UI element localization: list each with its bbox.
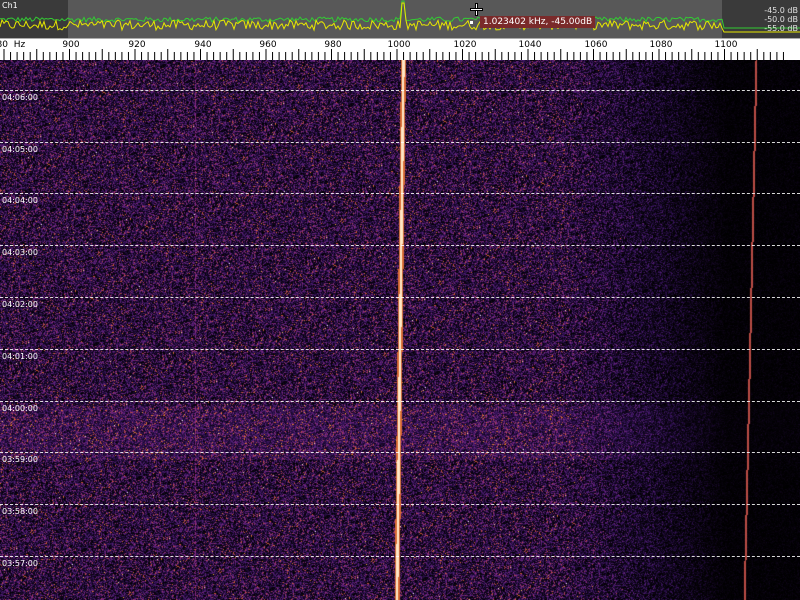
time-gridline [0, 349, 800, 350]
time-label: 03:58:00 [2, 507, 38, 516]
time-label: 04:00:00 [2, 404, 38, 413]
spectrum-display[interactable]: Ch1 -45.0 dB -50.0 dB -55.0 dB 1.023402 … [0, 0, 800, 38]
cursor-marker [470, 21, 473, 24]
time-gridline [0, 90, 800, 91]
waterfall-spectrogram [0, 60, 800, 600]
freq-label: 900 [62, 40, 80, 50]
frequency-axis[interactable]: 880 Hz 900 920 940 960 980 1000 1020 104… [0, 38, 800, 62]
time-gridline [0, 245, 800, 246]
time-gridline [0, 193, 800, 194]
freq-label: 1040 [518, 40, 542, 50]
time-label: 03:59:00 [2, 455, 38, 464]
time-marker: 04:01:00 [0, 349, 800, 361]
channel-label: Ch1 [2, 1, 18, 10]
time-label: 04:04:00 [2, 196, 38, 205]
freq-first-value: 880 [0, 40, 8, 50]
time-gridline [0, 556, 800, 557]
time-label: 04:03:00 [2, 248, 38, 257]
time-marker: 04:04:00 [0, 193, 800, 205]
time-marker: 04:02:00 [0, 297, 800, 309]
time-marker: 04:05:00 [0, 142, 800, 154]
time-gridline [0, 297, 800, 298]
db-label-bottom: -55.0 dB [764, 24, 798, 33]
time-marker: 04:06:00 [0, 90, 800, 102]
freq-label: 1000 [387, 40, 411, 50]
time-marker: 04:03:00 [0, 245, 800, 257]
time-label: 04:06:00 [2, 93, 38, 102]
db-label-top: -45.0 dB [764, 6, 798, 15]
time-label: 04:02:00 [2, 300, 38, 309]
freq-label-first: 880 Hz [0, 40, 25, 50]
db-label-mid: -50.0 dB [764, 15, 798, 24]
freq-label: 1020 [453, 40, 477, 50]
freq-label: 940 [194, 40, 212, 50]
time-label: 04:05:00 [2, 145, 38, 154]
time-gridline [0, 401, 800, 402]
time-label: 04:01:00 [2, 352, 38, 361]
time-marker: 03:57:00 [0, 556, 800, 568]
cursor-readout: 1.023402 kHz, -45.00dB [480, 16, 596, 28]
freq-label: 1100 [714, 40, 738, 50]
freq-label: 960 [259, 40, 277, 50]
time-gridline [0, 142, 800, 143]
time-gridline [0, 452, 800, 453]
time-label: 03:57:00 [2, 559, 38, 568]
freq-label: 920 [128, 40, 146, 50]
time-marker: 03:59:00 [0, 452, 800, 464]
time-gridline [0, 504, 800, 505]
freq-label: 980 [324, 40, 342, 50]
freq-unit: Hz [13, 40, 26, 50]
time-marker: 03:58:00 [0, 504, 800, 516]
time-marker: 04:00:00 [0, 401, 800, 413]
spectrum-traces [0, 0, 800, 33]
freq-label: 1080 [649, 40, 673, 50]
crosshair-icon [471, 4, 482, 15]
waterfall-display[interactable]: 04:06:00 04:05:00 04:04:00 04:03:00 04:0… [0, 60, 800, 600]
freq-label: 1060 [584, 40, 608, 50]
